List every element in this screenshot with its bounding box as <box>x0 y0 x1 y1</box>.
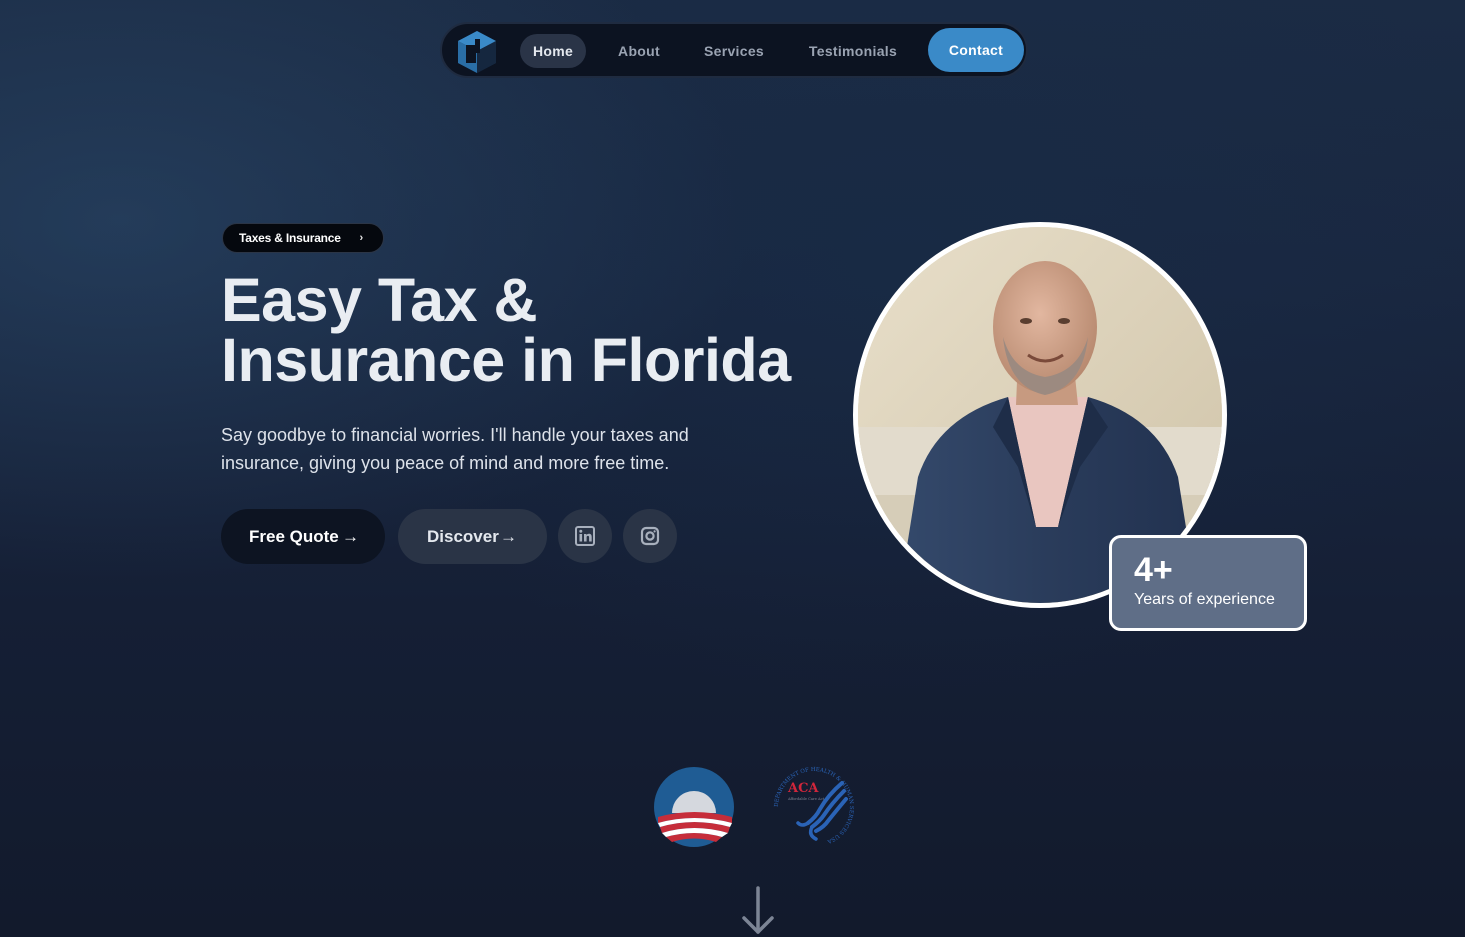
aca-subtext: Affordable Care Act <box>787 797 825 801</box>
nav-testimonials[interactable]: Testimonials <box>804 34 902 68</box>
experience-card: 4+ Years of experience <box>1109 535 1307 631</box>
experience-label: Years of experience <box>1134 591 1275 608</box>
instagram-button[interactable] <box>623 509 677 563</box>
hero-title-line-1: Easy Tax & <box>221 266 538 334</box>
nav-about[interactable]: About <box>612 34 666 68</box>
aca-text: ACA <box>787 781 819 796</box>
nav-services[interactable]: Services <box>699 34 769 68</box>
discover-label: Discover <box>427 527 499 546</box>
top-nav: Home About Services Testimonials Contact <box>440 22 1028 78</box>
hero-title: Easy Tax & Insurance in Florida <box>221 266 841 394</box>
chevron-right-icon: › <box>359 232 364 244</box>
category-badge[interactable]: Taxes & Insurance › <box>222 223 384 253</box>
aca-hhs-logo: DEPARTMENT OF HEALTH & HUMAN SERVICES US… <box>774 767 854 845</box>
hero-subtitle: Say goodbye to financial worries. I'll h… <box>221 425 689 473</box>
free-quote-button[interactable]: Free Quote → <box>221 509 385 564</box>
scroll-down-arrow-icon[interactable] <box>740 886 776 936</box>
free-quote-label: Free Quote <box>249 527 339 546</box>
arrow-right-icon: → <box>500 527 517 546</box>
brand-logo-icon[interactable] <box>454 29 500 75</box>
nav-home[interactable]: Home <box>520 34 586 68</box>
instagram-icon <box>640 526 660 546</box>
badge-label: Taxes & Insurance <box>239 231 341 245</box>
contact-button[interactable]: Contact <box>928 28 1024 72</box>
arrow-right-icon: → <box>342 527 359 546</box>
linkedin-icon <box>575 526 595 546</box>
discover-button[interactable]: Discover → <box>398 509 547 564</box>
obamacare-logo <box>654 767 734 847</box>
hero-title-line-2: Insurance in Florida <box>221 326 791 394</box>
experience-value: 4+ <box>1134 551 1173 589</box>
linkedin-button[interactable] <box>558 509 612 563</box>
